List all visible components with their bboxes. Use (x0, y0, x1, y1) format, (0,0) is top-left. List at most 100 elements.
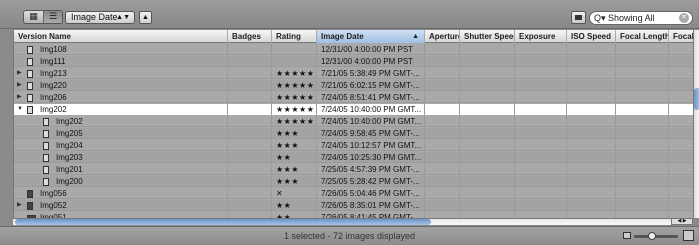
disclosure-closed-icon[interactable]: ▶ (17, 68, 22, 79)
thumbnail-size-slider[interactable] (634, 232, 678, 240)
rating-stars[interactable]: ✕ (276, 188, 283, 199)
rating-stars[interactable]: ★★★★★ (276, 116, 314, 127)
image-date: 7/21/05 6:02:15 PM GMT-... (321, 81, 420, 90)
table-row[interactable]: Img200 ★★★ 7/25/05 5:28:42 PM GMT-... (14, 176, 693, 187)
table-cell (228, 188, 272, 199)
filter-hud-button[interactable] (571, 11, 586, 24)
disclosure-closed-icon[interactable]: ▶ (17, 92, 22, 103)
table-cell (567, 152, 616, 163)
vertical-scrollbar[interactable] (693, 30, 699, 218)
rating-stars[interactable]: ★★ (276, 200, 291, 211)
table-cell (460, 56, 515, 67)
column-header[interactable]: Aperture (425, 30, 460, 43)
table-cell (616, 44, 669, 55)
table-row[interactable]: ▶ Img220 ★★★★★ 7/21/05 6:02:15 PM GMT-... (14, 80, 693, 91)
rating-stars[interactable]: ★★ (276, 152, 291, 163)
table-row[interactable]: ▼ Img202 ★★★★★ 7/24/05 10:40:00 PM GMT... (14, 104, 693, 115)
column-header[interactable]: Focal Length (616, 30, 669, 43)
search-field[interactable]: Q▾ Showing All ✕ (589, 11, 693, 25)
image-thumbnail-icon (43, 166, 49, 174)
table-cell (567, 56, 616, 67)
table-cell (669, 92, 693, 103)
table-cell (425, 128, 460, 139)
sort-by-value: Image Date (71, 12, 118, 22)
column-header[interactable]: Version Name (14, 30, 228, 43)
vertical-scroll-knob[interactable] (694, 88, 699, 110)
table-row[interactable]: Img204 ★★★ 7/24/05 10:12:57 PM GMT... (14, 140, 693, 151)
rating-stars[interactable]: ★★★ (276, 128, 299, 139)
slider-thumb[interactable] (648, 232, 656, 240)
column-header[interactable]: Rating (272, 30, 317, 43)
table-cell (228, 164, 272, 175)
table-row[interactable]: ▶ Img206 ★★★★★ 7/24/05 8:51:41 PM GMT-... (14, 92, 693, 103)
table-row[interactable]: Img056 ✕ 7/26/05 5:04:46 PM GMT-... (14, 188, 693, 199)
column-header[interactable]: ISO Speed (567, 30, 616, 43)
scroll-arrows[interactable]: ◀ ▶ (671, 218, 693, 225)
search-icon[interactable]: Q▾ (594, 13, 606, 23)
image-thumbnail-icon (43, 142, 49, 150)
table-cell (515, 164, 567, 175)
column-header[interactable]: Exposure (515, 30, 567, 43)
rating-stars[interactable]: ★★★★★ (276, 104, 314, 115)
horizontal-scroll-knob[interactable] (15, 219, 431, 225)
rating-stars[interactable]: ★★★★★ (276, 68, 314, 79)
grid-view-icon[interactable]: ▦ (24, 11, 43, 23)
image-date: 7/26/05 8:35:01 PM GMT-... (321, 201, 420, 210)
table-cell (425, 68, 460, 79)
version-name: Img200 (56, 177, 83, 186)
table-cell (228, 200, 272, 211)
rating-stars[interactable]: ★★★ (276, 140, 299, 151)
disclosure-closed-icon[interactable]: ▶ (17, 80, 22, 91)
table-cell (669, 200, 693, 211)
table-row[interactable]: Img202 ★★★★★ 7/24/05 10:40:00 PM GMT... (14, 116, 693, 127)
sort-by-popup[interactable]: Image Date ▲▼ (65, 11, 135, 24)
disclosure-open-icon[interactable]: ▼ (17, 104, 23, 115)
table-cell (425, 140, 460, 151)
table-cell (228, 116, 272, 127)
disclosure-closed-icon[interactable]: ▶ (17, 200, 22, 211)
table-row[interactable]: ▶ Img052 ★★ 7/26/05 8:35:01 PM GMT-... (14, 200, 693, 211)
rating-stars[interactable]: ★★★ (276, 176, 299, 187)
table-cell (669, 164, 693, 175)
sort-direction-button[interactable]: ▲ (139, 11, 152, 24)
image-thumbnail-icon (27, 46, 33, 54)
table-row[interactable]: ▶ Img213 ★★★★★ 7/21/05 5:38:49 PM GMT-... (14, 68, 693, 79)
table-row[interactable]: Img108 12/31/00 4:00:00 PM PST (14, 44, 693, 55)
table-row[interactable]: Img201 ★★★ 7/25/05 4:57:39 PM GMT-... (14, 164, 693, 175)
version-name: Img203 (56, 153, 83, 162)
table-cell (616, 92, 669, 103)
table-cell (567, 140, 616, 151)
version-name: Img201 (56, 165, 83, 174)
table-cell (515, 92, 567, 103)
table-cell (460, 128, 515, 139)
table-cell (425, 116, 460, 127)
table-cell (567, 104, 616, 115)
table-row[interactable]: Img111 12/31/00 4:00:00 PM PST (14, 56, 693, 67)
image-thumbnail-icon (27, 190, 33, 198)
table-header: Version Name Badges Rating Image Date ▲ Apert… (14, 30, 693, 43)
list-view-icon[interactable]: ☰ (43, 11, 62, 23)
table-cell (669, 104, 693, 115)
column-header[interactable]: Focal L (669, 30, 693, 43)
rating-stars[interactable]: ★★★★★ (276, 92, 314, 103)
table-cell (616, 116, 669, 127)
small-thumbnail-icon[interactable] (623, 232, 631, 239)
column-header[interactable]: Badges (228, 30, 272, 43)
column-header[interactable]: Shutter Speed (460, 30, 515, 43)
table-cell (616, 80, 669, 91)
status-bar: 1 selected - 72 images displayed (0, 226, 699, 245)
column-header[interactable]: Image Date ▲ (317, 30, 425, 43)
table-cell (460, 104, 515, 115)
table-row[interactable]: Img203 ★★ 7/24/05 10:25:30 PM GMT... (14, 152, 693, 163)
horizontal-scrollbar[interactable] (13, 218, 686, 225)
large-thumbnail-icon[interactable] (683, 230, 694, 241)
view-mode-switch[interactable]: ▦ ☰ (23, 10, 63, 24)
rating-stars[interactable]: ★★★★★ (276, 80, 314, 91)
image-date: 12/31/00 4:00:00 PM PST (321, 57, 414, 66)
image-thumbnail-icon (27, 202, 33, 210)
clear-search-icon[interactable]: ✕ (679, 13, 689, 23)
table-cell (425, 92, 460, 103)
table-cell (228, 68, 272, 79)
table-row[interactable]: Img205 ★★★ 7/24/05 9:58:45 PM GMT-... (14, 128, 693, 139)
rating-stars[interactable]: ★★★ (276, 164, 299, 175)
